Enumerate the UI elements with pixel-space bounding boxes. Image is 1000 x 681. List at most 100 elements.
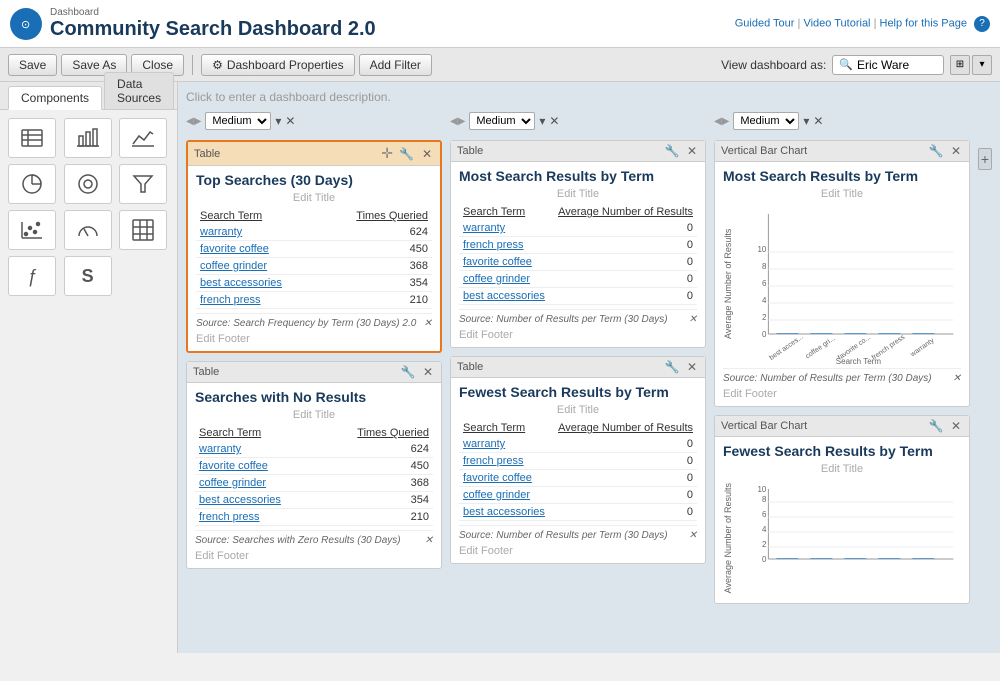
- col2-down-icon[interactable]: ▾: [539, 114, 545, 128]
- sidebar-gauge-icon[interactable]: [64, 210, 112, 250]
- help-icon[interactable]: ?: [974, 16, 990, 32]
- add-filter-button[interactable]: Add Filter: [359, 54, 432, 76]
- widget-no-results-edit-title[interactable]: Edit Title: [195, 409, 433, 421]
- col2-size-select[interactable]: MediumSmallLarge: [469, 112, 535, 130]
- widget-fewest-results-table-settings[interactable]: 🔧: [663, 360, 682, 374]
- view-user-input[interactable]: 🔍: [832, 55, 944, 75]
- add-column-button[interactable]: +: [978, 148, 992, 170]
- source-remove-icon-4[interactable]: ✕: [689, 530, 697, 541]
- view-as-label: View dashboard as:: [721, 58, 826, 72]
- col1-down-icon[interactable]: ▾: [275, 114, 281, 128]
- table-row: warranty0: [459, 220, 697, 237]
- sidebar-pie-chart-icon[interactable]: [8, 164, 56, 204]
- widget-type-label: Table: [194, 148, 381, 160]
- widget-settings-button[interactable]: 🔧: [397, 147, 416, 161]
- view-dropdown-button[interactable]: ▾: [972, 55, 992, 75]
- widget-no-results-type: Table: [193, 366, 399, 378]
- widget-most-results-footer[interactable]: Edit Footer: [459, 329, 697, 341]
- widget-no-results-settings[interactable]: 🔧: [399, 365, 418, 379]
- col3-size-select[interactable]: MediumSmallLarge: [733, 112, 799, 130]
- col2-close-icon[interactable]: ✕: [549, 114, 559, 128]
- tab-data-sources[interactable]: Data Sources: [104, 72, 174, 109]
- sidebar-bar-chart-icon[interactable]: [64, 118, 112, 158]
- widget-fewest-results-chart-close[interactable]: ✕: [949, 419, 963, 433]
- widget-top-searches-footer[interactable]: Edit Footer: [196, 333, 432, 345]
- widget-most-results-chart-footer[interactable]: Edit Footer: [723, 388, 961, 400]
- widget-most-results-chart-actions: 🔧 ✕: [927, 144, 963, 158]
- source-remove-icon-2[interactable]: ✕: [425, 535, 433, 546]
- col-search-term[interactable]: Search Term: [196, 208, 321, 224]
- widget-most-results-chart-close[interactable]: ✕: [949, 144, 963, 158]
- source-remove-icon[interactable]: ✕: [424, 318, 432, 329]
- sidebar-funnel-icon[interactable]: [119, 164, 167, 204]
- dashboard-description[interactable]: Click to enter a dashboard description.: [186, 90, 992, 104]
- col1-size-select[interactable]: MediumSmallLarge: [205, 112, 271, 130]
- widget-no-results-footer[interactable]: Edit Footer: [195, 550, 433, 562]
- col-avg-results[interactable]: Average Number of Results: [551, 204, 697, 220]
- widget-no-results-close[interactable]: ✕: [421, 365, 435, 379]
- widget-most-results-table: Search Term Average Number of Results wa…: [459, 204, 697, 305]
- video-tutorial-link[interactable]: Video Tutorial: [803, 17, 870, 29]
- widget-close-button[interactable]: ✕: [420, 147, 434, 161]
- svg-text:2: 2: [762, 540, 767, 549]
- move-icon[interactable]: ✛: [381, 145, 393, 162]
- view-dashboard-controls: View dashboard as: 🔍 ⊞ ▾: [721, 55, 992, 75]
- sidebar-table-icon[interactable]: [8, 118, 56, 158]
- col1-drag-handle[interactable]: ◀▶: [186, 116, 201, 127]
- widget-most-results-chart-settings[interactable]: 🔧: [927, 144, 946, 158]
- widget-most-results-edit-title[interactable]: Edit Title: [459, 188, 697, 200]
- widget-fewest-results-chart-settings[interactable]: 🔧: [927, 419, 946, 433]
- col-search-term-3[interactable]: Search Term: [459, 204, 551, 220]
- dashboard-properties-button[interactable]: ⚙ Dashboard Properties: [201, 54, 355, 76]
- source-remove-icon-3[interactable]: ✕: [689, 314, 697, 325]
- widget-most-results-header: Table 🔧 ✕: [451, 141, 705, 162]
- sidebar-line-chart-icon[interactable]: [119, 118, 167, 158]
- col3-down-icon[interactable]: ▾: [803, 114, 809, 128]
- widget-most-results-close[interactable]: ✕: [685, 144, 699, 158]
- col3-drag-handle[interactable]: ◀▶: [714, 116, 729, 127]
- guided-tour-link[interactable]: Guided Tour: [735, 17, 795, 29]
- col3-close-icon[interactable]: ✕: [813, 114, 823, 128]
- widget-most-results-settings[interactable]: 🔧: [663, 144, 682, 158]
- col2-drag-handle[interactable]: ◀▶: [450, 116, 465, 127]
- col-search-term-2[interactable]: Search Term: [195, 425, 321, 441]
- source-remove-icon-5[interactable]: ✕: [953, 373, 961, 384]
- widget-fewest-results-chart-header: Vertical Bar Chart 🔧 ✕: [715, 416, 969, 437]
- sidebar-text-icon[interactable]: S: [64, 256, 112, 296]
- column-2-header: ◀▶ MediumSmallLarge ▾ ✕: [450, 112, 706, 130]
- widget-no-results-body: Searches with No Results Edit Title Sear…: [187, 383, 441, 568]
- col1-close-icon[interactable]: ✕: [285, 114, 295, 128]
- sidebar-donut-chart-icon[interactable]: [64, 164, 112, 204]
- widget-fewest-results-chart-edit-title[interactable]: Edit Title: [723, 463, 961, 475]
- widget-fewest-results-table-data: Search Term Average Number of Results wa…: [459, 420, 697, 521]
- widget-most-results-chart-edit-title[interactable]: Edit Title: [723, 188, 961, 200]
- widget-top-searches-table: Search Term Times Queried warranty624 fa…: [196, 208, 432, 309]
- svg-text:6: 6: [762, 510, 767, 519]
- widget-fewest-results-table-close[interactable]: ✕: [685, 360, 699, 374]
- toolbar-separator: [192, 55, 193, 75]
- app-logo: ⊙: [10, 8, 42, 40]
- sidebar-formula-icon[interactable]: ƒ: [8, 256, 56, 296]
- sidebar-scatter-icon[interactable]: [8, 210, 56, 250]
- widget-top-searches-edit-title[interactable]: Edit Title: [196, 192, 432, 204]
- svg-text:0: 0: [762, 555, 767, 564]
- tab-components[interactable]: Components: [8, 86, 102, 110]
- view-user-field[interactable]: [857, 58, 937, 72]
- help-link[interactable]: Help for this Page: [880, 17, 967, 29]
- svg-text:0: 0: [762, 330, 767, 339]
- chart-area: Average Number of Results 0 2 4 6: [723, 204, 961, 364]
- widget-fewest-results-table-edit-title[interactable]: Edit Title: [459, 404, 697, 416]
- col-times-queried-2[interactable]: Times Queried: [321, 425, 433, 441]
- table-row: coffee grinder368: [196, 258, 432, 275]
- widget-fewest-results-table-header: Table 🔧 ✕: [451, 357, 705, 378]
- col-avg-results-2[interactable]: Average Number of Results: [551, 420, 697, 436]
- view-grid-button[interactable]: ⊞: [950, 55, 970, 75]
- col-search-term-4[interactable]: Search Term: [459, 420, 551, 436]
- table-row: french press210: [196, 292, 432, 309]
- table-row: favorite coffee0: [459, 470, 697, 487]
- col-times-queried[interactable]: Times Queried: [321, 208, 432, 224]
- save-button[interactable]: Save: [8, 54, 57, 76]
- dashboard-column-3: ◀▶ MediumSmallLarge ▾ ✕ Vertical Bar Cha…: [714, 112, 970, 604]
- sidebar-matrix-icon[interactable]: [119, 210, 167, 250]
- widget-fewest-results-table-footer[interactable]: Edit Footer: [459, 545, 697, 557]
